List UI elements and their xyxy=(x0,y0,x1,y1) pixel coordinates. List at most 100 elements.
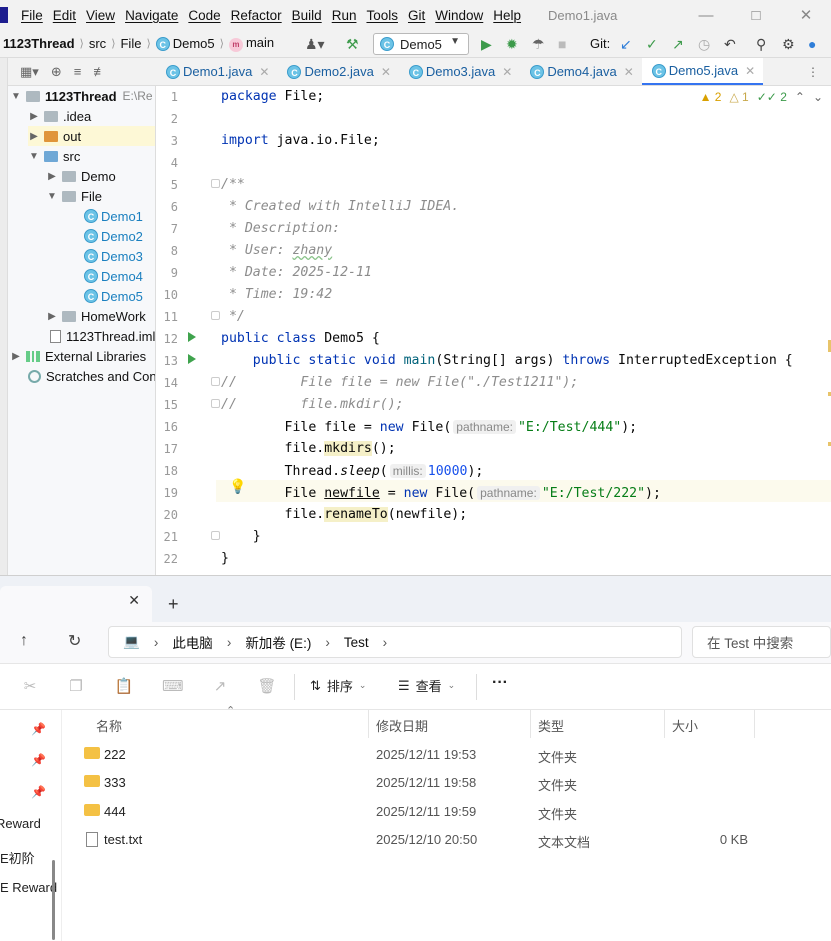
maximize-icon[interactable]: □ xyxy=(731,0,781,30)
tree-item-src[interactable]: ▼ src xyxy=(28,146,80,166)
tree-item-scratches[interactable]: Scratches and Consoles xyxy=(28,366,155,386)
rename-icon[interactable]: ⌨ xyxy=(162,677,184,697)
cut-icon[interactable]: ✂ xyxy=(20,677,40,697)
column-divider[interactable] xyxy=(368,710,369,738)
collapse-all-icon[interactable]: ≢ xyxy=(93,64,106,79)
menu-build[interactable]: Build xyxy=(287,8,327,23)
tab-demo3[interactable]: C Demo3.java ✕ xyxy=(399,58,520,85)
tree-item-file[interactable]: ▼ File xyxy=(46,186,102,206)
stop-icon[interactable]: ■ xyxy=(558,35,566,53)
run-configuration-select[interactable]: C Demo5 ▼ xyxy=(373,33,469,55)
coverage-icon[interactable]: ☂ xyxy=(532,35,545,53)
more-options-button[interactable]: ··· xyxy=(492,674,508,692)
debug-icon[interactable]: ✹ xyxy=(506,35,518,53)
menu-refactor[interactable]: Refactor xyxy=(226,8,287,23)
expand-all-icon[interactable]: ≡ xyxy=(74,64,82,79)
tab-demo4[interactable]: C Demo4.java ✕ xyxy=(520,58,641,85)
address-bar[interactable]: 💻 › 此电脑 › 新加卷 (E:) › Test › xyxy=(108,626,682,658)
tree-root[interactable]: ▼ 1123Thread E:\Re xyxy=(10,86,153,106)
up-arrow-icon[interactable]: ↑ xyxy=(20,632,28,650)
column-divider[interactable] xyxy=(530,710,531,738)
crumb-test[interactable]: Test xyxy=(344,635,369,650)
column-divider[interactable] xyxy=(664,710,665,738)
fold-icon[interactable] xyxy=(211,377,220,386)
tree-class-demo3[interactable]: C Demo3 xyxy=(84,246,143,266)
more-tabs-icon[interactable]: ⋮ xyxy=(807,65,831,79)
locate-icon[interactable]: ⊕ xyxy=(51,64,62,80)
menu-help[interactable]: Help xyxy=(488,8,526,23)
column-date[interactable]: 修改日期 xyxy=(376,716,428,735)
close-tab-icon[interactable]: ✕ xyxy=(502,65,512,79)
nav-scrollbar[interactable] xyxy=(52,860,55,940)
fold-icon[interactable] xyxy=(211,311,220,320)
git-update-icon[interactable]: ↙ xyxy=(620,35,632,53)
menu-tools[interactable]: Tools xyxy=(361,8,403,23)
code-editor[interactable]: ▲ 2 △ 1 ✓✓ 2 ⌃ ⌄ 1 2 3 4 5 6 7 8 9 10 11 12 13 14 15 16… xyxy=(156,86,831,575)
crumb-drive[interactable]: 新加卷 (E:) xyxy=(245,632,311,652)
share-icon[interactable]: ↗ xyxy=(210,677,230,697)
chevron-up-icon[interactable]: ⌃ xyxy=(795,90,805,104)
crumb-class[interactable]: C Demo5 xyxy=(153,36,218,51)
crumb-src[interactable]: src xyxy=(86,36,109,51)
close-tab-icon[interactable]: ✕ xyxy=(381,65,391,79)
settings-gear-icon[interactable]: ⚙ xyxy=(782,35,795,53)
fold-icon[interactable] xyxy=(211,531,220,540)
close-tab-icon[interactable]: ✕ xyxy=(624,65,634,79)
menu-run[interactable]: Run xyxy=(327,8,362,23)
new-tab-icon[interactable]: + xyxy=(168,594,179,615)
tree-item-demo[interactable]: ▶ Demo xyxy=(46,166,116,186)
tab-demo1[interactable]: C Demo1.java ✕ xyxy=(156,58,277,85)
rollback-icon[interactable]: ↶ xyxy=(724,35,736,53)
user-icon[interactable]: ♟▾ xyxy=(305,35,325,53)
build-hammer-icon[interactable]: ⚒ xyxy=(346,35,359,53)
copy-icon[interactable]: ❐ xyxy=(66,677,86,697)
plugin-icon[interactable]: ● xyxy=(808,35,816,53)
view-button[interactable]: ☰ 查看 ⌄ xyxy=(398,676,455,695)
tree-item-out[interactable]: ▶ out xyxy=(28,126,155,146)
nav-item-beginner[interactable]: E初阶 xyxy=(0,848,35,867)
close-tab-icon[interactable]: ✕ xyxy=(128,592,140,609)
fold-icon[interactable] xyxy=(211,179,220,188)
file-row-333[interactable]: 333 2025/12/11 19:58 文件夹 xyxy=(62,769,831,797)
run-class-gutter-icon[interactable] xyxy=(188,332,196,342)
sort-button[interactable]: ⇅ 排序 ⌄ xyxy=(310,676,366,695)
menu-git[interactable]: Git xyxy=(403,8,430,23)
search-input[interactable]: 在 Test 中搜索 xyxy=(692,626,831,658)
paste-icon[interactable]: 📋 xyxy=(114,677,134,697)
fold-icon[interactable] xyxy=(211,399,220,408)
tab-demo2[interactable]: C Demo2.java ✕ xyxy=(277,58,398,85)
tree-class-demo5[interactable]: C Demo5 xyxy=(84,286,143,306)
tree-class-demo2[interactable]: C Demo2 xyxy=(84,226,143,246)
run-method-gutter-icon[interactable] xyxy=(188,354,196,364)
search-icon[interactable]: ⚲ xyxy=(756,35,766,53)
tree-item-homework[interactable]: ▶ HomeWork xyxy=(46,306,146,326)
git-push-icon[interactable]: ↗ xyxy=(672,35,684,53)
column-type[interactable]: 类型 xyxy=(538,716,564,735)
explorer-tab[interactable]: ✕ xyxy=(0,586,152,622)
project-view-icon[interactable]: ▦▾ xyxy=(20,64,39,80)
menu-file[interactable]: File xyxy=(16,8,48,23)
menu-code[interactable]: Code xyxy=(183,8,225,23)
close-tab-icon[interactable]: ✕ xyxy=(745,64,755,78)
crumb-package[interactable]: File xyxy=(117,36,144,51)
menu-navigate[interactable]: Navigate xyxy=(120,8,183,23)
menu-view[interactable]: View xyxy=(81,8,120,23)
nav-item-e-reward[interactable]: E Reward xyxy=(0,880,57,895)
file-row-test-txt[interactable]: test.txt 2025/12/10 20:50 文本文档 0 KB xyxy=(62,826,831,854)
file-row-222[interactable]: 222 2025/12/11 19:53 文件夹 xyxy=(62,741,831,769)
close-icon[interactable]: ✕ xyxy=(781,0,831,30)
history-icon[interactable]: ◷ xyxy=(698,35,710,53)
tab-demo5[interactable]: C Demo5.java ✕ xyxy=(641,58,764,85)
column-divider[interactable] xyxy=(754,710,755,738)
close-tab-icon[interactable]: ✕ xyxy=(259,65,269,79)
menu-edit[interactable]: Edit xyxy=(48,8,81,23)
menu-window[interactable]: Window xyxy=(430,8,488,23)
run-icon[interactable]: ▶ xyxy=(481,35,492,53)
file-row-444[interactable]: 444 2025/12/11 19:59 文件夹 xyxy=(62,798,831,826)
minimize-icon[interactable]: — xyxy=(681,0,731,30)
crumb-method[interactable]: m main xyxy=(226,35,277,52)
column-size[interactable]: 大小 xyxy=(672,716,698,735)
delete-icon[interactable]: 🗑 xyxy=(257,677,277,697)
tree-item-external-libraries[interactable]: ▶ External Libraries xyxy=(10,346,146,366)
nav-item-reward[interactable]: Reward xyxy=(0,816,41,831)
